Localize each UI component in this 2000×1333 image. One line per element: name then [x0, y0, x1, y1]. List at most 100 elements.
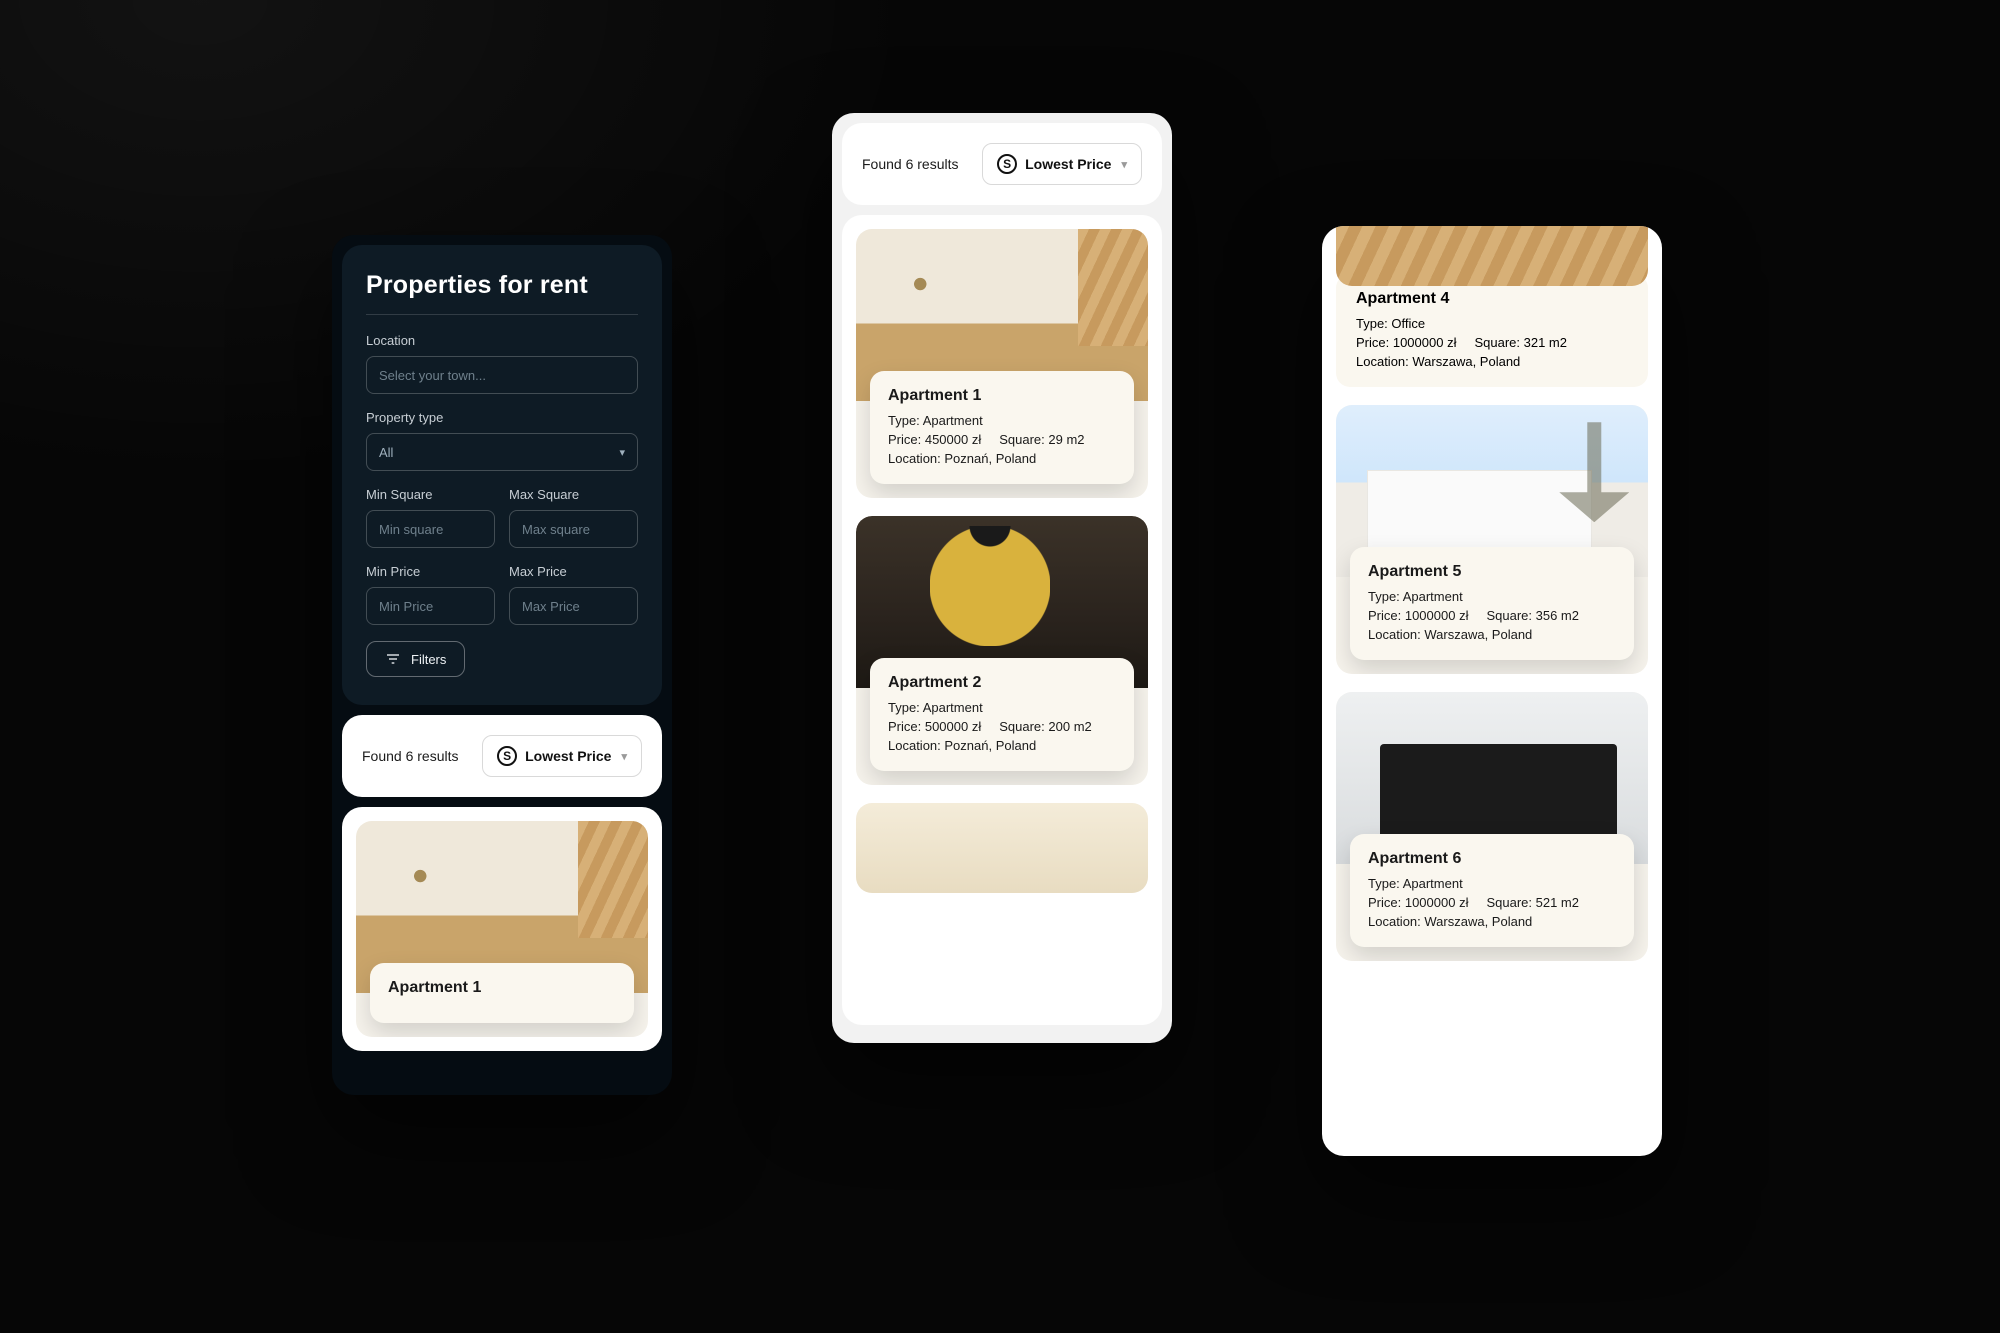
- listing-panel: Apartment 1: [342, 807, 662, 1051]
- listing-info: Apartment 1 Type: Apartment Price: 45000…: [870, 371, 1134, 484]
- filters-button[interactable]: Filters: [366, 641, 465, 677]
- page-title: Properties for rent: [366, 271, 638, 315]
- chevron-down-icon: ▾: [1121, 158, 1127, 171]
- listing-card[interactable]: Apartment 6 Type: Apartment Price: 10000…: [1336, 692, 1648, 961]
- listing-name: Apartment 1: [888, 387, 1116, 405]
- min-price-input[interactable]: [366, 587, 495, 625]
- square-label: Square:: [999, 432, 1048, 447]
- filter-panel: Properties for rent Location Property ty…: [342, 245, 662, 705]
- sort-button[interactable]: S Lowest Price ▾: [482, 735, 642, 777]
- chevron-down-icon: ▾: [621, 750, 627, 763]
- location-input[interactable]: [366, 356, 638, 394]
- min-price-label: Min Price: [366, 564, 495, 579]
- listing-info: Apartment 4 Type: Office Price: 1000000 …: [1336, 274, 1648, 387]
- listing-card[interactable]: Apartment 5 Type: Apartment Price: 10000…: [1336, 405, 1648, 674]
- listing-photo: [856, 803, 1148, 893]
- field-location: Location: [366, 333, 638, 394]
- price-label: Price:: [1356, 335, 1393, 350]
- listing-location: Poznań, Poland: [944, 451, 1036, 466]
- type-label: Type:: [1368, 589, 1403, 604]
- listing-square: 200 m2: [1048, 719, 1091, 734]
- listing-type: Apartment: [1403, 589, 1463, 604]
- results-count: Found 6 results: [362, 748, 459, 764]
- listing-name: Apartment 5: [1368, 563, 1616, 581]
- listing-name: Apartment 4: [1356, 290, 1628, 308]
- listing-name: Apartment 2: [888, 674, 1116, 692]
- mobile-screen-filters: Properties for rent Location Property ty…: [332, 235, 672, 1095]
- field-max-square: Max Square: [509, 487, 638, 548]
- max-price-input[interactable]: [509, 587, 638, 625]
- listing-type: Apartment: [1403, 876, 1463, 891]
- type-label: Type:: [888, 413, 923, 428]
- results-bar: Found 6 results S Lowest Price ▾: [342, 715, 662, 797]
- square-label: Square:: [1486, 895, 1535, 910]
- mobile-screen-results-bottom: Apartment 4 Type: Office Price: 1000000 …: [1322, 226, 1662, 1156]
- listing-info: Apartment 5 Type: Apartment Price: 10000…: [1350, 547, 1634, 660]
- filter-icon: [385, 651, 401, 667]
- listing-square: 29 m2: [1048, 432, 1084, 447]
- filters-button-label: Filters: [411, 652, 446, 667]
- currency-icon: S: [497, 746, 517, 766]
- listing-card[interactable]: Apartment 1: [356, 821, 648, 1037]
- listing-info: Apartment 1: [370, 963, 634, 1023]
- listing-card[interactable]: Apartment 2 Type: Apartment Price: 50000…: [856, 516, 1148, 785]
- field-property-type: Property type All ▾: [366, 410, 638, 471]
- listing-square: 521 m2: [1536, 895, 1579, 910]
- listing-price: 1000000 zł: [1393, 335, 1457, 350]
- max-square-input[interactable]: [509, 510, 638, 548]
- listing-info: Apartment 6 Type: Apartment Price: 10000…: [1350, 834, 1634, 947]
- listing-location: Warszawa, Poland: [1412, 354, 1520, 369]
- results-bar: Found 6 results S Lowest Price ▾: [842, 123, 1162, 205]
- currency-icon: S: [997, 154, 1017, 174]
- listing-price: 1000000 zł: [1405, 895, 1469, 910]
- square-label: Square:: [1474, 335, 1523, 350]
- price-label: Price:: [1368, 895, 1405, 910]
- property-type-value: All: [379, 445, 393, 460]
- type-label: Type:: [1368, 876, 1403, 891]
- listing-price: 1000000 zł: [1405, 608, 1469, 623]
- type-label: Type:: [1356, 316, 1391, 331]
- location-label: Location:: [1368, 914, 1424, 929]
- listing-location: Warszawa, Poland: [1424, 627, 1532, 642]
- listing-card[interactable]: Apartment 1 Type: Apartment Price: 45000…: [856, 229, 1148, 498]
- max-price-label: Max Price: [509, 564, 638, 579]
- listing-panel: Apartment 1 Type: Apartment Price: 45000…: [842, 215, 1162, 1025]
- price-label: Price:: [888, 432, 925, 447]
- location-label: Location:: [1356, 354, 1412, 369]
- sort-label: Lowest Price: [1025, 156, 1111, 172]
- square-label: Square:: [999, 719, 1048, 734]
- listing-location: Warszawa, Poland: [1424, 914, 1532, 929]
- listing-card[interactable]: [856, 803, 1148, 893]
- min-square-label: Min Square: [366, 487, 495, 502]
- listing-name: Apartment 6: [1368, 850, 1616, 868]
- listing-name: Apartment 1: [388, 979, 616, 997]
- property-type-label: Property type: [366, 410, 638, 425]
- listing-photo: [1336, 226, 1648, 286]
- price-label: Price:: [1368, 608, 1405, 623]
- listing-type: Office: [1391, 316, 1425, 331]
- sort-label: Lowest Price: [525, 748, 611, 764]
- min-square-input[interactable]: [366, 510, 495, 548]
- listing-info: Apartment 2 Type: Apartment Price: 50000…: [870, 658, 1134, 771]
- listing-location: Poznań, Poland: [944, 738, 1036, 753]
- location-label: Location:: [888, 451, 944, 466]
- location-label: Location:: [888, 738, 944, 753]
- type-label: Type:: [888, 700, 923, 715]
- location-label: Location:: [1368, 627, 1424, 642]
- mobile-screen-results-top: Found 6 results S Lowest Price ▾ Apartme…: [832, 113, 1172, 1043]
- listing-price: 450000 zł: [925, 432, 981, 447]
- location-label: Location: [366, 333, 638, 348]
- field-max-price: Max Price: [509, 564, 638, 625]
- results-count: Found 6 results: [862, 156, 959, 172]
- max-square-label: Max Square: [509, 487, 638, 502]
- listing-square: 321 m2: [1524, 335, 1567, 350]
- listing-type: Apartment: [923, 700, 983, 715]
- price-label: Price:: [888, 719, 925, 734]
- property-type-select[interactable]: All ▾: [366, 433, 638, 471]
- field-min-square: Min Square: [366, 487, 495, 548]
- chevron-down-icon: ▾: [619, 446, 625, 459]
- sort-button[interactable]: S Lowest Price ▾: [982, 143, 1142, 185]
- listing-type: Apartment: [923, 413, 983, 428]
- listing-price: 500000 zł: [925, 719, 981, 734]
- listing-panel: Apartment 4 Type: Office Price: 1000000 …: [1322, 226, 1662, 975]
